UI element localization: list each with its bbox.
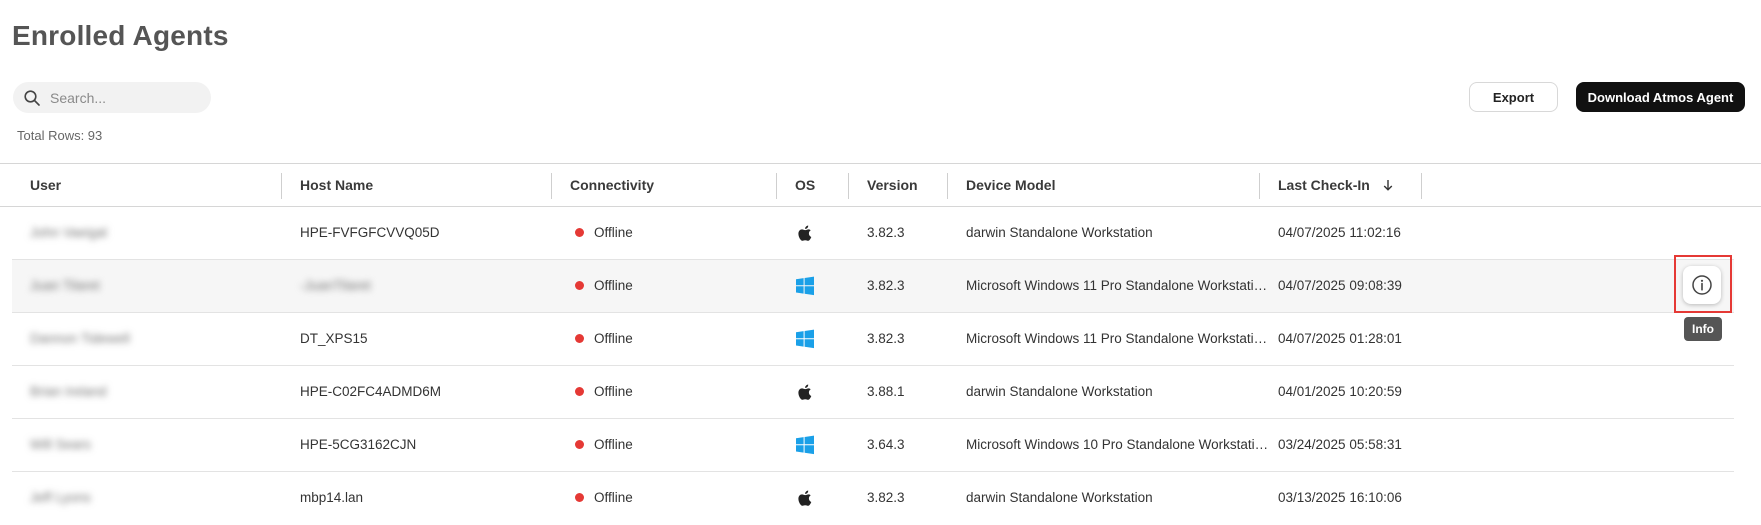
offline-status-dot <box>575 439 584 449</box>
info-tooltip: Info <box>1684 317 1722 341</box>
user-name: Will Sears <box>30 437 91 452</box>
column-separator[interactable] <box>848 173 849 199</box>
user-name: Dannon Tidewell <box>30 331 130 346</box>
user-name: Juan Tilaret <box>30 278 100 293</box>
last-check-in: 04/01/2025 10:20:59 <box>1278 384 1402 399</box>
connectivity-label: Offline <box>594 437 633 452</box>
connectivity-label: Offline <box>594 278 633 293</box>
agent-version: 3.82.3 <box>867 331 905 346</box>
table-row[interactable]: Brian Ireland HPE-C02FC4ADMD6M Offline 3… <box>12 366 1734 419</box>
last-check-in: 03/24/2025 05:58:31 <box>1278 437 1402 452</box>
host-name: HPE-C02FC4ADMD6M <box>300 384 442 399</box>
user-name: Jeff Lyons <box>30 490 91 505</box>
column-header-device-model[interactable]: Device Model <box>966 164 1055 206</box>
column-header-last-check-in[interactable]: Last Check-In <box>1278 164 1394 206</box>
device-model: darwin Standalone Workstation <box>966 384 1153 399</box>
column-separator[interactable] <box>1421 173 1422 199</box>
column-header-version[interactable]: Version <box>867 164 918 206</box>
connectivity-status: Offline <box>575 419 633 471</box>
offline-status-dot <box>575 227 584 237</box>
last-check-in: 04/07/2025 01:28:01 <box>1278 331 1402 346</box>
windows-icon <box>796 329 814 349</box>
host-name: HPE-FVFGFCVVQ05D <box>300 225 440 240</box>
download-agent-button[interactable]: Download Atmos Agent <box>1576 82 1745 112</box>
last-check-in: 04/07/2025 11:02:16 <box>1278 225 1401 240</box>
column-header-host-name[interactable]: Host Name <box>300 164 373 206</box>
windows-icon <box>796 276 814 296</box>
offline-status-dot <box>575 386 584 396</box>
table-row[interactable]: Jeff Lyons mbp14.lan Offline 3.82.3 darw… <box>12 472 1734 525</box>
export-button[interactable]: Export <box>1469 82 1558 112</box>
table-row[interactable]: Dannon Tidewell DT_XPS15 Offline 3.82.3 … <box>12 313 1734 366</box>
column-separator[interactable] <box>1259 173 1260 199</box>
device-model: darwin Standalone Workstation <box>966 225 1153 240</box>
search-box[interactable] <box>13 82 211 113</box>
agent-version: 3.82.3 <box>867 490 905 505</box>
column-header-last-check-in-label: Last Check-In <box>1278 177 1370 193</box>
host-name: HPE-5CG3162CJN <box>300 437 417 452</box>
total-rows-count: Total Rows: 93 <box>17 128 103 143</box>
search-input[interactable] <box>48 88 202 107</box>
connectivity-status: Offline <box>575 366 633 418</box>
table-row[interactable]: Will Sears HPE-5CG3162CJN Offline 3.64.3… <box>12 419 1734 472</box>
column-separator[interactable] <box>776 173 777 199</box>
connectivity-label: Offline <box>594 331 633 346</box>
agent-version: 3.82.3 <box>867 278 905 293</box>
agent-version: 3.88.1 <box>867 384 905 399</box>
apple-icon <box>798 490 812 506</box>
device-model: darwin Standalone Workstation <box>966 490 1153 505</box>
device-model: Microsoft Windows 11 Pro Standalone Work… <box>966 331 1268 346</box>
table-header: User Host Name Connectivity OS Version D… <box>0 163 1761 207</box>
info-icon <box>1692 275 1712 295</box>
page-title: Enrolled Agents <box>12 20 229 51</box>
table-row[interactable]: John Vaeigal HPE-FVFGFCVVQ05D Offline 3.… <box>12 207 1734 260</box>
offline-status-dot <box>575 333 584 343</box>
sort-descending-icon[interactable] <box>1382 179 1394 191</box>
connectivity-label: Offline <box>594 384 633 399</box>
windows-icon <box>796 435 814 455</box>
offline-status-dot <box>575 280 584 290</box>
connectivity-status: Offline <box>575 313 633 365</box>
user-name: John Vaeigal <box>30 225 108 240</box>
column-header-user[interactable]: User <box>30 164 61 206</box>
last-check-in: 04/07/2025 09:08:39 <box>1278 278 1402 293</box>
connectivity-status: Offline <box>575 260 633 312</box>
host-name: -JuanTilaret <box>300 278 371 293</box>
column-header-os[interactable]: OS <box>795 164 815 206</box>
agent-version: 3.64.3 <box>867 437 905 452</box>
connectivity-status: Offline <box>575 472 633 524</box>
column-separator[interactable] <box>947 173 948 199</box>
table-row[interactable]: Juan Tilaret -JuanTilaret Offline 3.82.3… <box>12 260 1734 313</box>
connectivity-label: Offline <box>594 490 633 505</box>
search-icon <box>24 89 40 106</box>
host-name: DT_XPS15 <box>300 331 368 346</box>
column-separator[interactable] <box>551 173 552 199</box>
user-name: Brian Ireland <box>30 384 107 399</box>
info-button[interactable] <box>1683 266 1721 304</box>
apple-icon <box>798 225 812 241</box>
device-model: Microsoft Windows 11 Pro Standalone Work… <box>966 278 1268 293</box>
last-check-in: 03/13/2025 16:10:06 <box>1278 490 1402 505</box>
column-header-connectivity[interactable]: Connectivity <box>570 164 654 206</box>
connectivity-status: Offline <box>575 207 633 259</box>
apple-icon <box>798 384 812 400</box>
agent-version: 3.82.3 <box>867 225 905 240</box>
column-separator[interactable] <box>281 173 282 199</box>
host-name: mbp14.lan <box>300 490 364 505</box>
device-model: Microsoft Windows 10 Pro Standalone Work… <box>966 437 1269 452</box>
offline-status-dot <box>575 492 584 502</box>
connectivity-label: Offline <box>594 225 633 240</box>
